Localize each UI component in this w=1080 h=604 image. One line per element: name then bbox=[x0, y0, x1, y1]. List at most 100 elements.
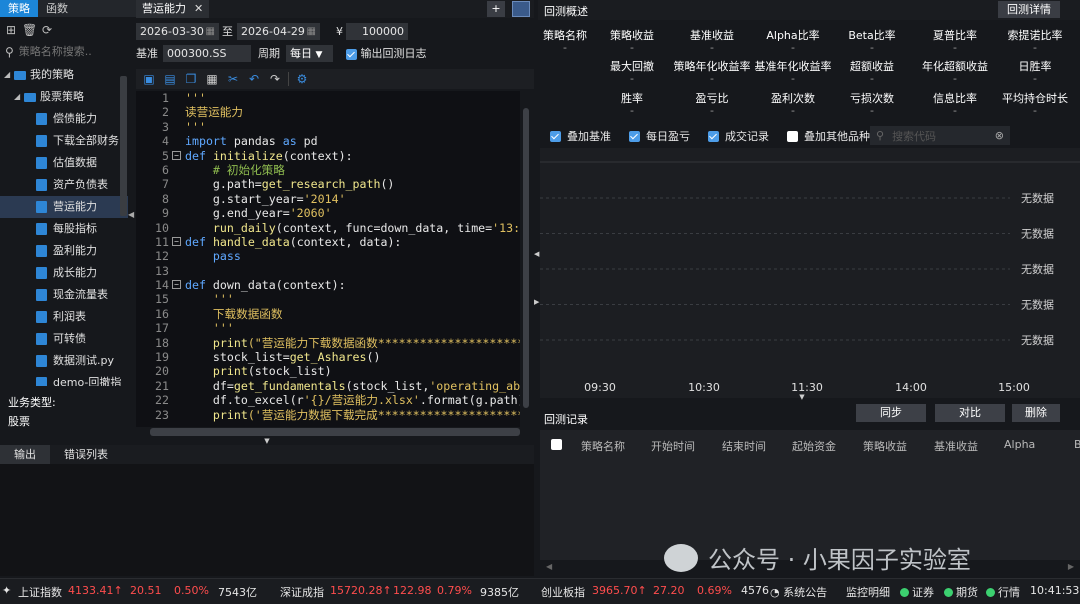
tree-item[interactable]: 可转债 bbox=[0, 328, 128, 350]
scroll-left-icon[interactable]: ◀ bbox=[546, 562, 552, 571]
clear-icon[interactable]: ⊗ bbox=[995, 129, 1004, 142]
start-date-field[interactable]: 2026-03-30 ▦ bbox=[136, 23, 219, 40]
chart-option[interactable]: 叠加基准 bbox=[550, 128, 611, 144]
copy-icon[interactable]: ❐ bbox=[183, 71, 199, 87]
tree-scrollbar[interactable] bbox=[120, 76, 127, 216]
records-column-header[interactable]: Alpha bbox=[1004, 438, 1035, 451]
chart-option[interactable]: 成交记录 bbox=[708, 128, 769, 144]
records-column-header[interactable]: B bbox=[1074, 438, 1080, 451]
log-option[interactable]: 输出回测日志 bbox=[346, 45, 427, 62]
code-editor[interactable]: 1 ''' 2 读营运能力 3 ''' 4 import pandas as pd 5− def … bbox=[136, 91, 520, 427]
save-icon[interactable]: ▣ bbox=[141, 71, 157, 87]
code-text: # 初始化策略 bbox=[185, 163, 285, 177]
index3-name[interactable]: 创业板指 bbox=[541, 584, 585, 600]
metric-value: - bbox=[953, 104, 957, 117]
fold-toggle-icon[interactable]: − bbox=[172, 280, 181, 290]
paste-icon[interactable]: ▦ bbox=[204, 71, 220, 87]
option-checkbox[interactable] bbox=[550, 130, 561, 142]
tree-item[interactable]: 盈利能力 bbox=[0, 240, 128, 262]
chart-option[interactable]: 叠加其他品种 bbox=[787, 128, 870, 144]
option-checkbox[interactable] bbox=[708, 130, 719, 142]
save-as-icon[interactable]: ▤ bbox=[162, 71, 178, 87]
tree-item[interactable]: 偿债能力 bbox=[0, 108, 128, 130]
backtest-chart[interactable]: 无数据 无数据 无数据 无数据 无数据 09:30 10:30 11:30 14:00 15:0… bbox=[540, 148, 1080, 398]
records-column-header[interactable]: 策略收益 bbox=[863, 438, 907, 454]
tree-item[interactable]: 营运能力 bbox=[0, 196, 128, 218]
strategy-search-input[interactable] bbox=[18, 45, 119, 58]
records-column-header[interactable]: 基准收益 bbox=[934, 438, 978, 454]
expand-arrow-icon[interactable]: ◢ bbox=[4, 64, 14, 86]
fold-toggle-icon[interactable]: − bbox=[172, 236, 181, 246]
tab-strategy[interactable]: 策略 bbox=[0, 0, 38, 17]
end-date-field[interactable]: 2026-04-29 ▦ bbox=[237, 23, 320, 40]
select-all-checkbox[interactable] bbox=[551, 439, 562, 450]
add-icon[interactable]: ⊞ bbox=[4, 23, 18, 37]
tree-item[interactable]: 每股指标 bbox=[0, 218, 128, 240]
delete-button[interactable]: 删除 bbox=[1012, 404, 1060, 422]
tree-item[interactable]: 利润表 bbox=[0, 306, 128, 328]
chevron-down-icon: ▼ bbox=[315, 50, 323, 60]
close-icon[interactable]: ✕ bbox=[194, 2, 203, 15]
tree-item[interactable]: 估值数据 bbox=[0, 152, 128, 174]
tree-item[interactable]: 现金流量表 bbox=[0, 284, 128, 306]
option-checkbox[interactable] bbox=[629, 130, 640, 142]
index2-name[interactable]: 深证成指 bbox=[280, 584, 324, 600]
log-checkbox[interactable] bbox=[346, 48, 357, 60]
calendar-icon[interactable]: ▦ bbox=[206, 23, 215, 40]
records-column-header[interactable]: 起始资金 bbox=[792, 438, 836, 454]
collapse-sidebar-icon[interactable]: ◀ bbox=[128, 200, 136, 230]
add-tab-button[interactable]: + bbox=[487, 1, 505, 17]
editor-tab[interactable]: 营运能力 ✕ bbox=[136, 0, 210, 18]
metric-value: - bbox=[710, 104, 714, 117]
records-column-header[interactable]: 开始时间 bbox=[651, 438, 695, 454]
cut-icon[interactable]: ✂ bbox=[225, 71, 241, 87]
records-column-header[interactable]: 结束时间 bbox=[722, 438, 766, 454]
sync-button[interactable]: 同步 bbox=[856, 404, 926, 422]
option-label: 叠加其他品种 bbox=[804, 130, 870, 143]
option-checkbox[interactable] bbox=[787, 130, 798, 142]
maximize-icon[interactable] bbox=[512, 1, 530, 17]
pin-icon[interactable]: ✦ bbox=[2, 584, 11, 597]
announcement-link[interactable]: ◔ 系统公告 bbox=[770, 584, 827, 600]
editor-vertical-scrollbar[interactable] bbox=[523, 108, 529, 408]
tree-item[interactable]: 资产负债表 bbox=[0, 174, 128, 196]
clock: 10:41:53 bbox=[1030, 584, 1080, 597]
tab-functions[interactable]: 函数 bbox=[38, 0, 76, 17]
status-dot-icon bbox=[986, 588, 995, 597]
tab-error-list[interactable]: 错误列表 bbox=[50, 445, 122, 464]
expand-arrow-icon[interactable]: ◢ bbox=[14, 86, 24, 108]
tree-folder[interactable]: ◢ 股票策略 bbox=[0, 86, 128, 108]
tree-item[interactable]: 成长能力 bbox=[0, 262, 128, 284]
tree-item[interactable]: 下载全部财务 bbox=[0, 130, 128, 152]
fold-toggle-icon[interactable]: − bbox=[172, 150, 181, 160]
code-search[interactable]: ⚲ 搜索代码 ⊗ bbox=[870, 126, 1010, 145]
delete-icon[interactable]: 🗑 bbox=[22, 23, 37, 37]
backtest-detail-button[interactable]: 回测详情 bbox=[998, 1, 1060, 18]
benchmark-input[interactable]: 000300.SS bbox=[163, 45, 251, 62]
tree-item[interactable]: demo-回撤指 bbox=[0, 372, 128, 386]
tab-output[interactable]: 输出 bbox=[0, 445, 50, 464]
records-column-header[interactable]: 策略名称 bbox=[581, 438, 625, 454]
splitter-handle-icon[interactable]: ▼ bbox=[252, 437, 282, 445]
redo-icon[interactable]: ↷ bbox=[267, 71, 283, 87]
chart-option[interactable]: 每日盈亏 bbox=[629, 128, 690, 144]
compare-button[interactable]: 对比 bbox=[935, 404, 1005, 422]
capital-input[interactable]: 100000 bbox=[346, 23, 408, 40]
index1-name[interactable]: 上证指数 bbox=[18, 584, 62, 600]
scroll-right-icon[interactable]: ▶ bbox=[1068, 562, 1074, 571]
settings-gear-icon[interactable]: ⚙ bbox=[294, 71, 310, 87]
undo-icon[interactable]: ↶ bbox=[246, 71, 262, 87]
calendar-icon[interactable]: ▦ bbox=[307, 23, 316, 40]
code-token: df.to_excel(r bbox=[185, 393, 304, 408]
folder-icon bbox=[14, 70, 26, 80]
tree-root[interactable]: ◢ 我的策略 bbox=[0, 64, 128, 86]
line-number: 20 bbox=[155, 364, 169, 379]
editor-horizontal-scrollbar[interactable] bbox=[150, 428, 520, 436]
monitor-link[interactable]: 监控明细 bbox=[846, 584, 890, 600]
no-data-label: 无数据 bbox=[1021, 262, 1054, 276]
chart-splitter-icon[interactable]: ▼ bbox=[792, 393, 812, 401]
refresh-icon[interactable]: ⟳ bbox=[40, 23, 54, 37]
period-select[interactable]: 每日 ▼ bbox=[286, 45, 333, 62]
tree-item[interactable]: 数据测试.py bbox=[0, 350, 128, 372]
